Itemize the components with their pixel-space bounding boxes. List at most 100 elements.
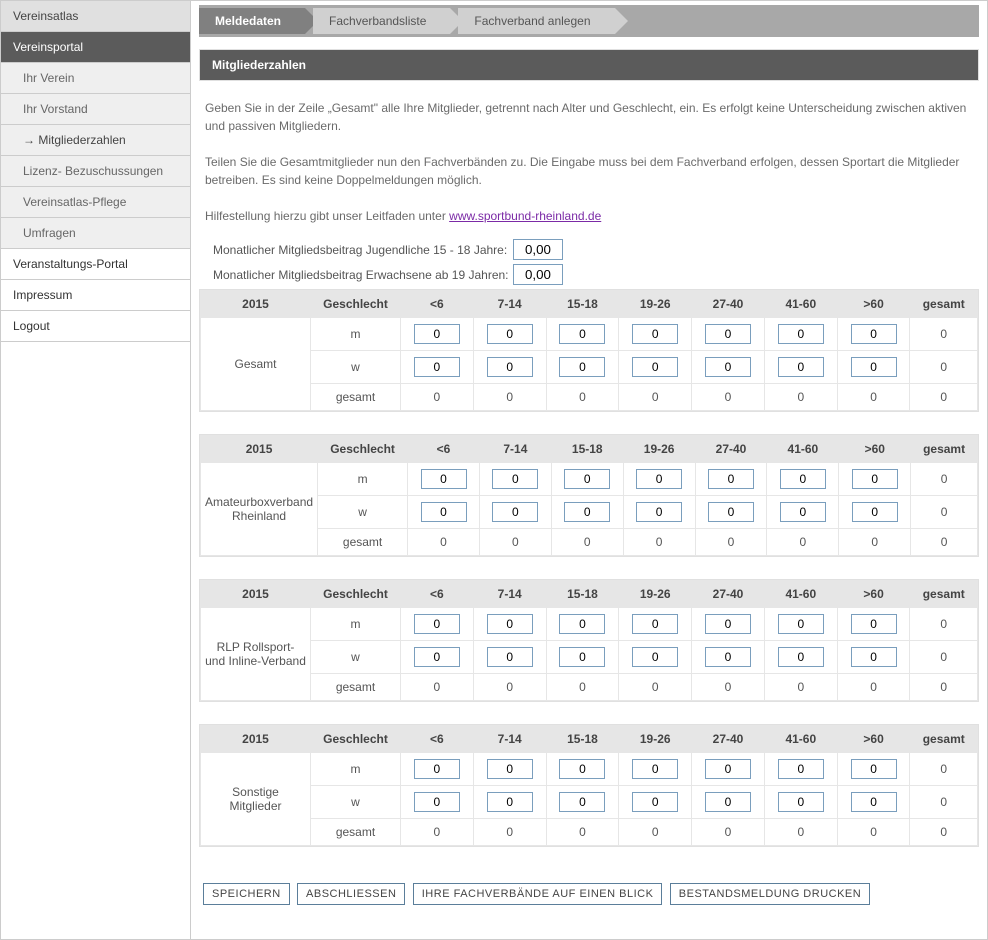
- input-s4-w-c4[interactable]: [632, 792, 678, 812]
- gender-gesamt: gesamt: [311, 384, 401, 411]
- input-s2-w-c7[interactable]: [852, 502, 898, 522]
- input-s4-m-c2[interactable]: [487, 759, 533, 779]
- section-s3: 2015Geschlecht<67-1415-1819-2627-4041-60…: [199, 579, 979, 702]
- input-s3-w-c1[interactable]: [414, 647, 460, 667]
- input-s4-m-c3[interactable]: [559, 759, 605, 779]
- input-s1-w-c2[interactable]: [487, 357, 533, 377]
- input-s1-m-c4[interactable]: [632, 324, 678, 344]
- input-s4-m-c4[interactable]: [632, 759, 678, 779]
- input-s3-w-c6[interactable]: [778, 647, 824, 667]
- fee-adult-input[interactable]: [513, 264, 563, 285]
- col-c3: 15-18: [546, 291, 619, 318]
- sidebar-item-vereinsportal[interactable]: Vereinsportal: [1, 32, 190, 63]
- total-s4-w: 0: [910, 786, 978, 819]
- input-s4-m-c6[interactable]: [778, 759, 824, 779]
- gender-w: w: [311, 641, 401, 674]
- sidebar-item-ihr-verein[interactable]: Ihr Verein: [1, 63, 190, 94]
- input-s2-m-c4[interactable]: [636, 469, 682, 489]
- input-s3-m-c5[interactable]: [705, 614, 751, 634]
- input-s4-w-c1[interactable]: [414, 792, 460, 812]
- input-s2-m-c6[interactable]: [780, 469, 826, 489]
- section-s1: 2015Geschlecht<67-1415-1819-2627-4041-60…: [199, 289, 979, 412]
- input-s1-w-c1[interactable]: [414, 357, 460, 377]
- sidebar-item-impressum[interactable]: Impressum: [1, 280, 190, 311]
- input-s3-w-c7[interactable]: [851, 647, 897, 667]
- input-s1-m-c7[interactable]: [851, 324, 897, 344]
- sum-s3-c2: 0: [473, 674, 546, 701]
- input-s1-w-c4[interactable]: [632, 357, 678, 377]
- sum-s3-c3: 0: [546, 674, 619, 701]
- sidebar-item-logout[interactable]: Logout: [1, 311, 190, 342]
- input-s4-m-c5[interactable]: [705, 759, 751, 779]
- input-s4-w-c2[interactable]: [487, 792, 533, 812]
- sidebar-item-veranstaltungs-portal[interactable]: Veranstaltungs-Portal: [1, 249, 190, 280]
- sum-s3-c6: 0: [764, 674, 837, 701]
- input-s3-m-c6[interactable]: [778, 614, 824, 634]
- input-s3-w-c5[interactable]: [705, 647, 751, 667]
- input-s3-m-c3[interactable]: [559, 614, 605, 634]
- sidebar-item-mitgliederzahlen[interactable]: Mitgliederzahlen: [1, 125, 190, 156]
- input-s2-m-c7[interactable]: [852, 469, 898, 489]
- sidebar-item-pflege[interactable]: Vereinsatlas-Pflege: [1, 187, 190, 218]
- sidebar-item-lizenz[interactable]: Lizenz- Bezuschussungen: [1, 156, 190, 187]
- input-s2-m-c5[interactable]: [708, 469, 754, 489]
- sidebar-item-ihr-vorstand[interactable]: Ihr Vorstand: [1, 94, 190, 125]
- gender-gesamt: gesamt: [311, 674, 401, 701]
- input-s4-w-c5[interactable]: [705, 792, 751, 812]
- sidebar-item-umfragen[interactable]: Umfragen: [1, 218, 190, 249]
- input-s1-w-c3[interactable]: [559, 357, 605, 377]
- input-s1-w-c6[interactable]: [778, 357, 824, 377]
- input-s2-m-c1[interactable]: [421, 469, 467, 489]
- col-c5: 27-40: [692, 291, 765, 318]
- col-total: gesamt: [911, 436, 978, 463]
- col-c1: <6: [401, 581, 474, 608]
- sum-s3-c4: 0: [619, 674, 692, 701]
- input-s4-m-c7[interactable]: [851, 759, 897, 779]
- input-s4-m-c1[interactable]: [414, 759, 460, 779]
- input-s1-w-c5[interactable]: [705, 357, 751, 377]
- input-s3-w-c4[interactable]: [632, 647, 678, 667]
- input-s3-m-c4[interactable]: [632, 614, 678, 634]
- fee-youth-input[interactable]: [513, 239, 563, 260]
- input-s1-m-c2[interactable]: [487, 324, 533, 344]
- print-button[interactable]: Bestandsmeldung drucken: [670, 883, 870, 905]
- input-s4-w-c6[interactable]: [778, 792, 824, 812]
- input-s4-w-c3[interactable]: [559, 792, 605, 812]
- input-s2-w-c3[interactable]: [564, 502, 610, 522]
- input-s3-m-c7[interactable]: [851, 614, 897, 634]
- col-year: 2015: [201, 291, 311, 318]
- input-s1-m-c5[interactable]: [705, 324, 751, 344]
- tab-fachverbandsliste[interactable]: Fachverbandsliste: [313, 8, 450, 34]
- input-s2-w-c1[interactable]: [421, 502, 467, 522]
- info-link[interactable]: www.sportbund-rheinland.de: [449, 209, 601, 223]
- close-button[interactable]: Abschliessen: [297, 883, 405, 905]
- input-s3-m-c2[interactable]: [487, 614, 533, 634]
- input-s2-w-c6[interactable]: [780, 502, 826, 522]
- input-s3-w-c3[interactable]: [559, 647, 605, 667]
- gender-m: m: [311, 753, 401, 786]
- input-s4-w-c7[interactable]: [851, 792, 897, 812]
- input-s2-m-c2[interactable]: [492, 469, 538, 489]
- sum-s3-c1: 0: [401, 674, 474, 701]
- input-s1-m-c6[interactable]: [778, 324, 824, 344]
- overview-button[interactable]: Ihre Fachverbände auf einen Blick: [413, 883, 663, 905]
- input-s2-w-c2[interactable]: [492, 502, 538, 522]
- sidebar-item-vereinsatlas[interactable]: Vereinsatlas: [1, 1, 190, 32]
- input-s2-w-c5[interactable]: [708, 502, 754, 522]
- input-s2-w-c4[interactable]: [636, 502, 682, 522]
- sum-s4-c6: 0: [764, 819, 837, 846]
- col-c3: 15-18: [546, 726, 619, 753]
- input-s2-m-c3[interactable]: [564, 469, 610, 489]
- section-name-s1: Gesamt: [201, 318, 311, 411]
- col-c2: 7-14: [473, 581, 546, 608]
- tab-fachverband-anlegen[interactable]: Fachverband anlegen: [458, 8, 614, 34]
- input-s3-m-c1[interactable]: [414, 614, 460, 634]
- input-s1-w-c7[interactable]: [851, 357, 897, 377]
- col-c5: 27-40: [695, 436, 767, 463]
- save-button[interactable]: speichern: [203, 883, 290, 905]
- total-s1-m: 0: [910, 318, 978, 351]
- input-s1-m-c1[interactable]: [414, 324, 460, 344]
- tab-meldedaten[interactable]: Meldedaten: [199, 8, 305, 34]
- input-s3-w-c2[interactable]: [487, 647, 533, 667]
- input-s1-m-c3[interactable]: [559, 324, 605, 344]
